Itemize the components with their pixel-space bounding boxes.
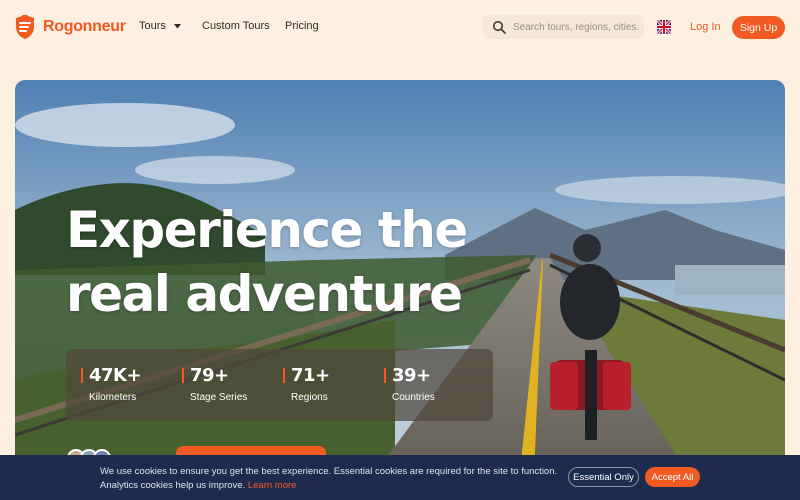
nav-custom-tours[interactable]: Custom Tours <box>202 20 285 32</box>
stat-accent-bar <box>384 368 386 383</box>
brand-name: Rogonneur <box>43 18 126 35</box>
hero-headline: Experience the real adventure <box>66 201 468 323</box>
nav-tours[interactable]: Tours <box>139 20 202 32</box>
stat-value: 79+ <box>190 365 229 386</box>
stats-panel: 47K+ Kilometers 79+ Stage Series 71+ Reg… <box>66 349 493 421</box>
search-input[interactable] <box>513 21 639 33</box>
hero-section: Experience the real adventure 47K+ Kilom… <box>15 80 785 500</box>
cookie-message: We use cookies to ensure you get the bes… <box>100 465 560 493</box>
essential-only-button[interactable]: Essential Only <box>568 467 639 487</box>
site-header: Rogonneur Tours Custom Tours Pricing Log… <box>0 0 800 54</box>
stat-value: 39+ <box>392 365 431 386</box>
learn-more-link[interactable]: Learn more <box>248 480 297 491</box>
uk-flag-icon[interactable] <box>657 20 671 34</box>
search-box <box>483 15 644 39</box>
nav-pricing-label: Pricing <box>285 20 319 32</box>
signup-button[interactable]: Sign Up <box>732 16 785 39</box>
login-link[interactable]: Log In <box>690 21 721 33</box>
brand-logo[interactable]: Rogonneur <box>14 14 126 40</box>
stat-label: Countries <box>392 392 435 403</box>
nav-custom-tours-label: Custom Tours <box>202 20 270 32</box>
nav-tours-label: Tours <box>139 20 166 32</box>
stat-label: Kilometers <box>89 392 137 403</box>
stat-accent-bar <box>182 368 184 383</box>
stat-label: Stage Series <box>190 392 248 403</box>
stat-value: 71+ <box>291 365 330 386</box>
stat-value: 47K+ <box>89 365 142 386</box>
stat-label: Regions <box>291 392 328 403</box>
stat-regions: 71+ Regions <box>283 365 330 403</box>
logo-shield-icon <box>16 15 34 39</box>
accept-all-button[interactable]: Accept All <box>645 467 700 487</box>
nav-pricing[interactable]: Pricing <box>285 20 319 32</box>
main-nav: Tours Custom Tours Pricing <box>139 20 319 32</box>
stat-kilometers: 47K+ Kilometers <box>81 365 142 403</box>
stat-stage-series: 79+ Stage Series <box>182 365 248 403</box>
cookie-text: We use cookies to ensure you get the bes… <box>100 466 558 491</box>
stat-countries: 39+ Countries <box>384 365 435 403</box>
chevron-down-icon <box>173 23 181 28</box>
search-icon <box>492 20 506 34</box>
stat-accent-bar <box>283 368 285 383</box>
stat-accent-bar <box>81 368 83 383</box>
